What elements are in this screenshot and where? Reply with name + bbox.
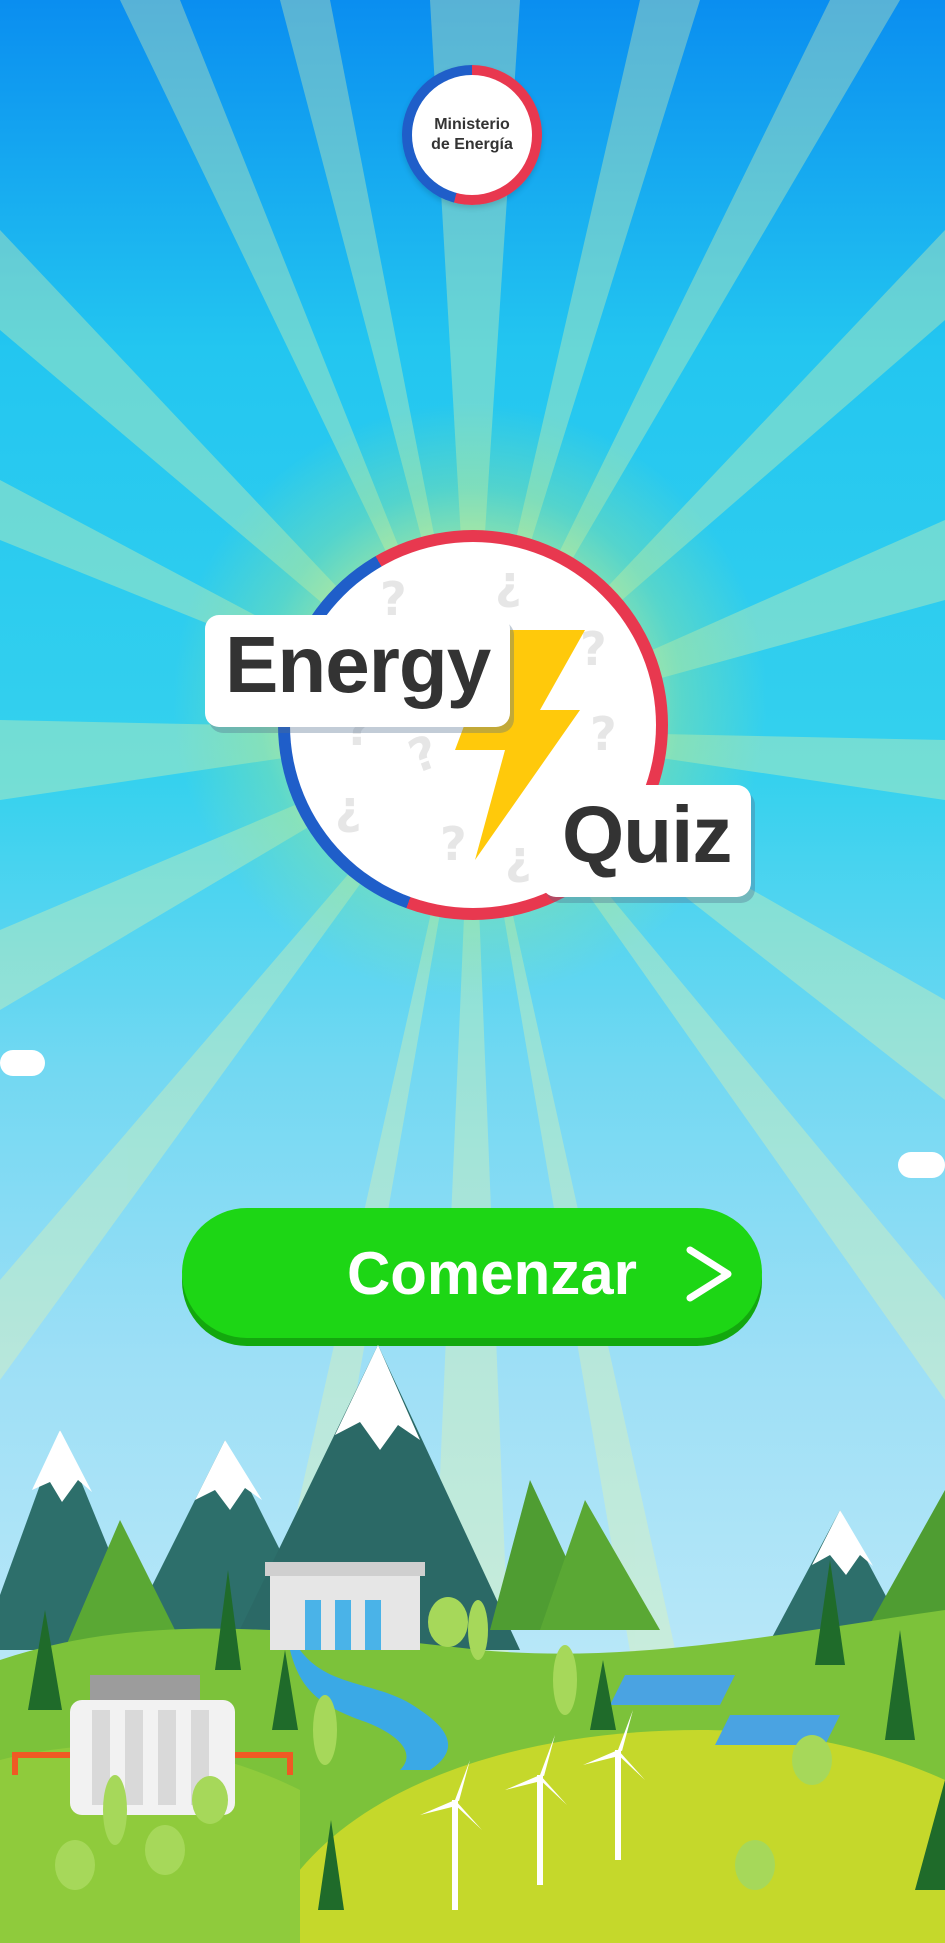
splash-screen: Ministerio de Energía ? ? ? ? ? ? ? ? ? … <box>0 0 945 1943</box>
ministry-logo: Ministerio de Energía <box>402 65 542 205</box>
energy-quiz-logo: ? ? ? ? ? ? ? ? ? Energy Quiz <box>200 530 752 920</box>
chevron-right-icon <box>686 1246 732 1302</box>
landscape-illustration <box>0 1345 945 1943</box>
ministry-name-line-2: de Energía <box>431 136 513 153</box>
start-button[interactable]: Comenzar <box>182 1208 762 1338</box>
start-button-label: Comenzar <box>346 1239 638 1307</box>
ministry-name-line-1: Ministerio <box>434 116 510 133</box>
question-mark-icon: ? <box>590 707 617 761</box>
logo-word-energy: Energy <box>205 615 511 727</box>
question-mark-icon: ? <box>495 562 522 616</box>
cloud <box>0 1050 45 1076</box>
cloud <box>898 1152 945 1178</box>
logo-word-quiz: Quiz <box>542 785 752 897</box>
question-mark-icon: ? <box>335 787 362 841</box>
